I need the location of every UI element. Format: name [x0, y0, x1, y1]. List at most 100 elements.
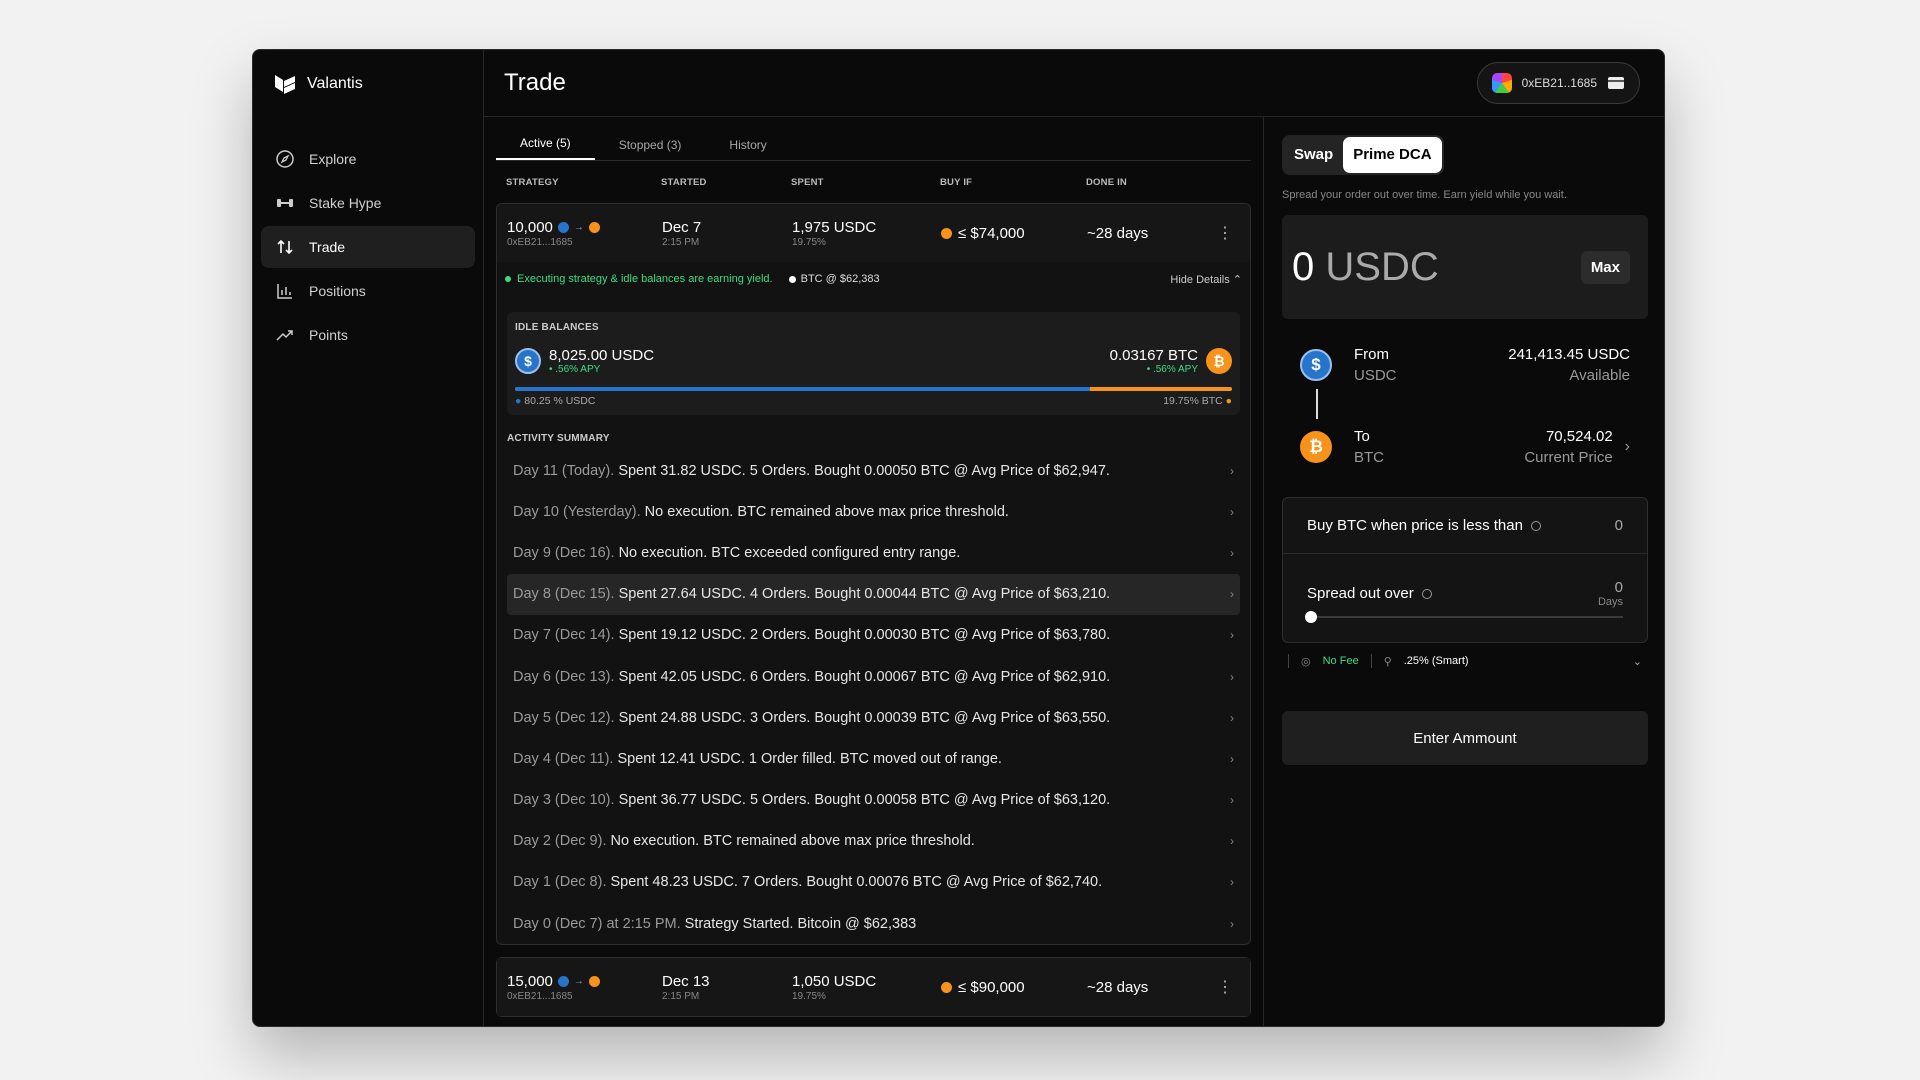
dca-options: Buy BTC when price is less than 0 Spread… — [1282, 497, 1648, 643]
max-button[interactable]: Max — [1580, 250, 1630, 284]
activity-row[interactable]: Day 10 (Yesterday). No execution. BTC re… — [507, 491, 1240, 532]
slippage-value: .25% (Smart) — [1403, 655, 1469, 667]
spread-field: Spread out over 0 Days — [1283, 554, 1647, 642]
compass-icon — [276, 150, 294, 168]
activity-text: Strategy Started. Bitcoin @ $62,383 — [684, 915, 917, 932]
strategy-card: 15,000 → 0xEB21...1685 Dec 13 2:15 PM 1,… — [496, 957, 1251, 1018]
chevron-right-icon: › — [1230, 710, 1234, 725]
chevron-down-icon[interactable]: ⌄ — [1633, 655, 1642, 668]
chevron-up-icon: ⌃ — [1232, 273, 1242, 286]
btc-price: BTC @ $62,383 — [800, 273, 880, 285]
sidebar-item-label: Stake Hype — [309, 195, 382, 211]
strategy-row[interactable]: 15,000 → 0xEB21...1685 Dec 13 2:15 PM 1,… — [497, 958, 1250, 1017]
activity-row[interactable]: Day 6 (Dec 13). Spent 42.05 USDC. 6 Orde… — [507, 656, 1240, 697]
strategy-row[interactable]: 10,000 → 0xEB21...1685 Dec 7 2:15 PM 1,9… — [497, 204, 1250, 262]
activity-text: No execution. BTC exceeded configured en… — [618, 544, 961, 561]
activity-text: Spent 24.88 USDC. 3 Orders. Bought 0.000… — [618, 709, 1111, 726]
strategy-address: 0xEB21...1685 — [507, 990, 573, 1002]
activity-row[interactable]: Day 2 (Dec 9). No execution. BTC remaine… — [507, 821, 1240, 862]
usdc-coin-icon: $ — [515, 348, 541, 374]
swap-tab[interactable]: Swap — [1284, 137, 1343, 173]
tab-history[interactable]: History — [705, 138, 790, 160]
usdc-icon — [557, 975, 569, 987]
sidebar-item-explore[interactable]: Explore — [261, 138, 475, 180]
hide-details-button[interactable]: Hide Details ⌃ — [1170, 273, 1242, 286]
buy-price-label: Buy BTC when price is less than — [1307, 517, 1523, 534]
valantis-logo-icon — [275, 75, 295, 94]
activity-row[interactable]: Day 3 (Dec 10). Spent 36.77 USDC. 5 Orde… — [507, 780, 1240, 821]
activity-text: Spent 36.77 USDC. 5 Orders. Bought 0.000… — [618, 792, 1111, 809]
page-title: Trade — [504, 69, 566, 96]
btc-icon — [588, 975, 600, 987]
activity-row[interactable]: Day 11 (Today). Spent 31.82 USDC. 5 Orde… — [507, 450, 1240, 491]
allocation-bar — [515, 387, 1232, 391]
more-options-icon[interactable]: ⋮ — [1210, 977, 1240, 997]
chevron-right-icon: › — [1230, 587, 1234, 602]
fee-icon: ◎ — [1301, 655, 1311, 668]
enter-amount-button[interactable]: Enter Ammount — [1282, 711, 1648, 765]
activity-day: Day 10 (Yesterday). — [513, 503, 641, 520]
btc-icon — [588, 221, 600, 233]
to-sub: Current Price — [1524, 449, 1613, 466]
buy-price-field[interactable]: Buy BTC when price is less than 0 — [1283, 498, 1647, 554]
activity-row[interactable]: Day 0 (Dec 7) at 2:15 PM. Strategy Start… — [507, 903, 1240, 944]
to-amount: 70,524.02 — [1545, 428, 1613, 445]
to-token-row[interactable]: ₿ To BTC 70,524.02 Current Price › — [1300, 419, 1630, 475]
sidebar-item-trade[interactable]: Trade — [261, 226, 475, 268]
price-dot-icon — [788, 275, 796, 283]
activity-day: Day 7 (Dec 14). — [513, 627, 615, 644]
amount-unit: USDC — [1325, 244, 1439, 289]
panel-tagline: Spread your order out over time. Earn yi… — [1282, 189, 1567, 201]
activity-row[interactable]: Day 7 (Dec 14). Spent 19.12 USDC. 2 Orde… — [507, 615, 1240, 656]
col-started: STARTED — [661, 176, 707, 188]
amount-input[interactable]: 0 USDC Max — [1282, 215, 1648, 319]
spread-label: Spread out over — [1307, 584, 1414, 602]
wallet-address: 0xEB21..1685 — [1521, 76, 1597, 90]
sidebar-item-stake-hype[interactable]: Stake Hype — [261, 182, 475, 224]
info-icon — [1530, 521, 1541, 532]
order-panel: Swap Prime DCA Spread your order out ove… — [1264, 117, 1664, 1026]
trend-up-icon — [276, 330, 293, 341]
main: Trade 0xEB21..1685 Active (5) Stopped (3… — [484, 50, 1664, 1026]
from-to-selector: $ From USDC 241,413.45 USDC Available ₿ — [1282, 337, 1648, 475]
btc-apy: .56% APY — [1152, 364, 1198, 375]
idle-balances: IDLE BALANCES $ 8,025.00 USDC • .56% APY — [507, 312, 1240, 415]
amount-value: 0 — [1292, 244, 1315, 289]
activity-day: Day 11 (Today). — [513, 462, 615, 479]
idle-balances-label: IDLE BALANCES — [515, 322, 599, 333]
btc-coin-icon: ₿ — [1300, 431, 1332, 463]
col-buy-if: BUY IF — [940, 176, 973, 188]
wallet-button[interactable]: 0xEB21..1685 — [1476, 62, 1640, 104]
from-token-row[interactable]: $ From USDC 241,413.45 USDC Available — [1300, 337, 1630, 393]
slider-handle[interactable] — [1305, 610, 1317, 623]
activity-row[interactable]: Day 5 (Dec 12). Spent 24.88 USDC. 3 Orde… — [507, 697, 1240, 738]
tab-active[interactable]: Active (5) — [496, 136, 595, 160]
usdc-balance: 8,025.00 USDC — [549, 347, 655, 364]
activity-row[interactable]: Day 9 (Dec 16). No execution. BTC exceed… — [507, 532, 1240, 573]
sidebar-item-points[interactable]: Points — [261, 314, 475, 356]
activity-text: Spent 19.12 USDC. 2 Orders. Bought 0.000… — [618, 627, 1111, 644]
chevron-right-icon: › — [1230, 751, 1234, 766]
activity-day: Day 8 (Dec 15). — [513, 586, 615, 603]
started-date: Dec 7 — [662, 218, 702, 236]
spread-unit: Days — [1597, 595, 1623, 608]
tab-stopped[interactable]: Stopped (3) — [595, 138, 706, 160]
buy-price-value: 0 — [1614, 517, 1623, 534]
spread-value: 0 — [1614, 578, 1623, 596]
spread-slider[interactable] — [1305, 610, 1623, 623]
strategy-amount: 15,000 — [507, 972, 553, 990]
activity-row[interactable]: Day 8 (Dec 15). Spent 27.64 USDC. 4 Orde… — [507, 573, 1240, 615]
btc-icon — [941, 227, 952, 239]
strategy-amount: 10,000 — [507, 218, 553, 236]
activity-row[interactable]: Day 1 (Dec 8). Spent 48.23 USDC. 7 Order… — [507, 862, 1240, 903]
sidebar-item-label: Positions — [309, 283, 366, 299]
activity-day: Day 4 (Dec 11). — [513, 750, 614, 767]
brand[interactable]: Valantis — [261, 70, 475, 98]
chevron-right-icon: › — [1230, 916, 1234, 931]
more-options-icon[interactable]: ⋮ — [1210, 223, 1240, 243]
sidebar-item-positions[interactable]: Positions — [261, 270, 475, 312]
activity-row[interactable]: Day 4 (Dec 11). Spent 12.41 USDC. 1 Orde… — [507, 738, 1240, 779]
spent-percent: 19.75% — [792, 236, 826, 248]
prime-dca-tab[interactable]: Prime DCA — [1343, 137, 1442, 173]
allocation-fill — [515, 387, 1091, 391]
